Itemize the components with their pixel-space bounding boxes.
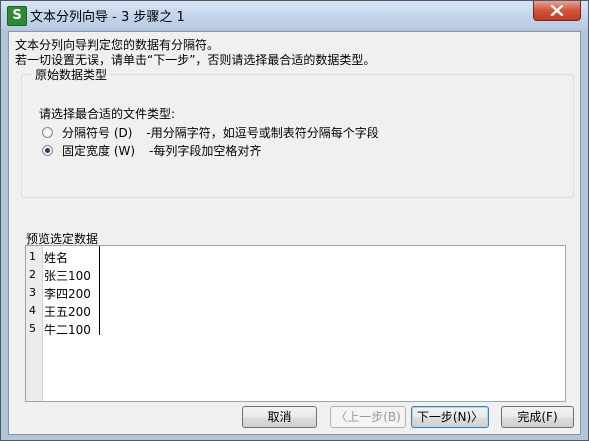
finish-button[interactable]: 完成(F)	[501, 406, 574, 428]
intro-text: 文本分列向导判定您的数据有分隔符。 若一切设置无误，请单击“下一步”，否则请选择…	[15, 38, 375, 68]
column-break-line[interactable]	[99, 246, 100, 335]
cancel-button[interactable]: 取消	[242, 406, 317, 428]
delimited-description: -用分隔字符，如逗号或制表符分隔每个字段	[146, 125, 379, 140]
file-type-prompt: 请选择最合适的文件类型:	[39, 107, 176, 121]
wizard-window: S 文本分列向导 - 3 步骤之 1 文本分列向导判定您的数据有分隔符。 若一切…	[0, 0, 589, 441]
title-bar[interactable]: S 文本分列向导 - 3 步骤之 1	[1, 1, 588, 29]
wizard-body: 文本分列向导判定您的数据有分隔符。 若一切设置无误，请单击“下一步”，否则请选择…	[8, 31, 581, 435]
fixed-width-description: -每列字段加空格对齐	[149, 143, 262, 158]
close-icon	[550, 5, 564, 16]
spreadsheet-app-icon: S	[7, 6, 27, 26]
preview-cell: 牛二100	[44, 323, 91, 337]
radio-option-fixed-width[interactable]: 固定宽度 (W) -每列字段加空格对齐	[42, 141, 261, 159]
back-button[interactable]: 〈上一步(B)	[330, 406, 406, 428]
row-number: 1	[29, 250, 36, 263]
preview-pane[interactable]: 1 姓名 2 张三100 3 李四200 4 王五200 5 牛二100	[25, 245, 566, 402]
row-number: 4	[29, 304, 36, 317]
data-type-group: 原始数据类型 请选择最合适的文件类型: 分隔符号 (D) -用分隔字符，如逗号或…	[21, 66, 574, 198]
preview-cell: 王五200	[44, 305, 91, 319]
window-title: 文本分列向导 - 3 步骤之 1	[30, 10, 185, 25]
fixed-width-radio[interactable]	[42, 144, 53, 156]
fixed-width-label[interactable]: 固定宽度 (W)	[62, 142, 135, 159]
row-number: 2	[29, 268, 36, 281]
preview-cell: 李四200	[44, 287, 91, 301]
row-number: 3	[29, 286, 36, 299]
delimited-radio[interactable]	[42, 126, 53, 138]
radio-option-delimited[interactable]: 分隔符号 (D) -用分隔字符，如逗号或制表符分隔每个字段	[42, 123, 379, 141]
preview-cell: 张三100	[44, 269, 91, 283]
close-button[interactable]	[533, 1, 581, 21]
group-legend: 原始数据类型	[32, 66, 111, 83]
row-number: 5	[29, 322, 36, 335]
intro-line-1: 文本分列向导判定您的数据有分隔符。	[15, 38, 220, 52]
preview-cell: 姓名	[44, 251, 69, 265]
next-button[interactable]: 下一步(N)〉	[411, 406, 489, 428]
delimited-label[interactable]: 分隔符号 (D)	[62, 124, 132, 141]
